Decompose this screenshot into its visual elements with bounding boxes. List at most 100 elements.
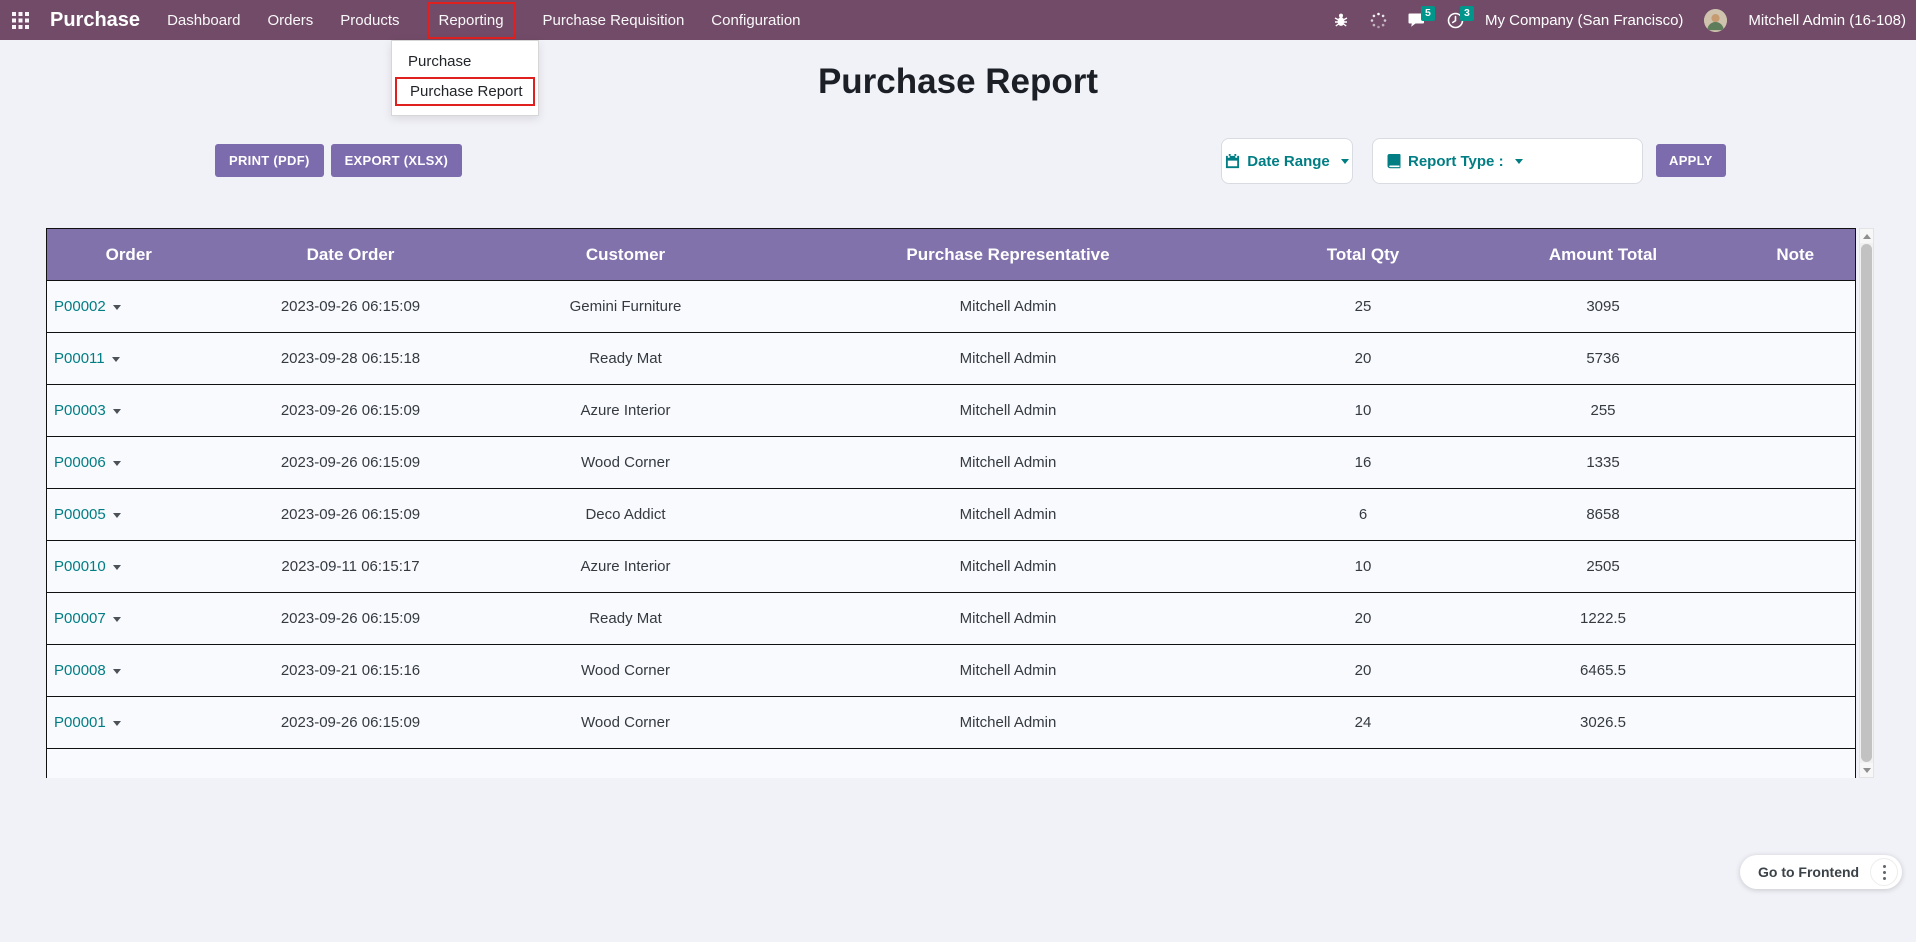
cell-amount-total: 1335: [1471, 437, 1736, 489]
cell-total-qty: 6: [1256, 489, 1471, 541]
cell-amount-total: 5736: [1471, 333, 1736, 385]
nav-item-dashboard[interactable]: Dashboard: [167, 12, 240, 29]
column-header-total-qty: Total Qty: [1256, 229, 1471, 281]
cell-amount-total: 2505: [1471, 541, 1736, 593]
cell-order: P00010: [47, 541, 211, 593]
print-pdf-button[interactable]: PRINT (PDF): [215, 144, 324, 177]
cell-representative: Mitchell Admin: [761, 489, 1256, 541]
app-brand[interactable]: Purchase: [50, 9, 140, 32]
cell-note: [1736, 489, 1856, 541]
order-link[interactable]: P00003: [54, 402, 106, 419]
nav-item-orders[interactable]: Orders: [267, 12, 313, 29]
cell-representative: Mitchell Admin: [761, 697, 1256, 749]
order-link[interactable]: P00007: [54, 610, 106, 627]
apps-grid-icon[interactable]: [12, 12, 29, 29]
cell-note: [1736, 541, 1856, 593]
cell-date-order: 2023-09-21 06:15:16: [211, 645, 491, 697]
menu-item-purchase-report[interactable]: Purchase Report: [395, 77, 535, 106]
chevron-down-icon: [113, 409, 121, 414]
messages-icon[interactable]: 5: [1408, 12, 1426, 28]
export-buttons-group: PRINT (PDF) EXPORT (XLSX): [215, 144, 462, 177]
go-to-frontend-button[interactable]: Go to Frontend: [1758, 864, 1859, 880]
order-link[interactable]: P00005: [54, 506, 106, 523]
cell-representative: Mitchell Admin: [761, 333, 1256, 385]
cell-total-qty: 16: [1256, 437, 1471, 489]
order-link[interactable]: P00011: [54, 350, 105, 367]
cell-representative: Mitchell Admin: [761, 281, 1256, 333]
user-menu[interactable]: Mitchell Admin (16-108): [1748, 12, 1906, 29]
cell-customer: Azure Interior: [491, 541, 761, 593]
company-switcher[interactable]: My Company (San Francisco): [1485, 12, 1683, 29]
table-scrollbar[interactable]: [1859, 228, 1874, 778]
cell-order: P00006: [47, 437, 211, 489]
column-header-date-order: Date Order: [211, 229, 491, 281]
cell-representative: Mitchell Admin: [761, 437, 1256, 489]
order-link[interactable]: P00001: [54, 714, 106, 731]
table-row: P00002 2023-09-26 06:15:09Gemini Furnitur…: [47, 281, 1856, 333]
column-header-order: Order: [47, 229, 211, 281]
top-navbar: Purchase Dashboard Orders Products Reportin…: [0, 0, 1916, 40]
cell-order: P00003: [47, 385, 211, 437]
cell-amount-total: 3026.5: [1471, 697, 1736, 749]
cell-note: [1736, 385, 1856, 437]
cell-order: P00007: [47, 593, 211, 645]
cell-customer: Gemini Furniture: [491, 281, 761, 333]
report-type-label: Report Type :: [1408, 153, 1504, 170]
cell-total-qty: 25: [1256, 281, 1471, 333]
order-link[interactable]: P00008: [54, 662, 106, 679]
chevron-down-icon: [1515, 159, 1523, 164]
spinner-icon[interactable]: [1370, 12, 1387, 29]
cell-total-qty: 20: [1256, 593, 1471, 645]
kebab-menu-icon[interactable]: [1870, 858, 1898, 886]
cell-note: [1736, 593, 1856, 645]
cell-order: P00005: [47, 489, 211, 541]
report-table-container: OrderDate OrderCustomerPurchase Represen…: [46, 228, 1874, 778]
order-link[interactable]: P00002: [54, 298, 106, 315]
date-range-dropdown[interactable]: Date Range: [1221, 138, 1353, 184]
cell-customer: Deco Addict: [491, 489, 761, 541]
scrollbar-thumb[interactable]: [1861, 244, 1872, 762]
debug-bug-icon[interactable]: [1333, 12, 1349, 28]
activities-badge: 3: [1460, 6, 1474, 21]
cell-date-order: 2023-09-26 06:15:09: [211, 281, 491, 333]
nav-item-purchase-requisition[interactable]: Purchase Requisition: [543, 12, 685, 29]
order-link[interactable]: P00010: [54, 558, 106, 575]
nav-item-reporting[interactable]: Reporting: [427, 2, 516, 39]
user-avatar[interactable]: [1704, 9, 1727, 32]
cell-note: [1736, 437, 1856, 489]
cell-total-qty: 10: [1256, 385, 1471, 437]
scroll-down-arrow-icon[interactable]: [1860, 763, 1873, 777]
cell-order: P00002: [47, 281, 211, 333]
cell-customer: Wood Corner: [491, 437, 761, 489]
nav-left: Purchase Dashboard Orders Products Reportin…: [0, 0, 801, 40]
cell-representative: Mitchell Admin: [761, 541, 1256, 593]
nav-menu: Dashboard Orders Products Reporting Purchase…: [167, 0, 800, 40]
cell-customer: Wood Corner: [491, 697, 761, 749]
cell-date-order: 2023-09-26 06:15:09: [211, 437, 491, 489]
table-row: P000012023-09-26 06:15:09Wood CornerMitc…: [47, 697, 1856, 749]
cell-order: P00011: [47, 333, 211, 385]
export-xlsx-button[interactable]: EXPORT (XLSX): [331, 144, 463, 177]
chevron-down-icon: [113, 721, 121, 726]
calendar-icon: [1225, 154, 1240, 169]
cell-date-order: 2023-09-26 06:15:09: [211, 489, 491, 541]
menu-item-purchase[interactable]: Purchase: [392, 48, 538, 75]
cell-amount-total: 255: [1471, 385, 1736, 437]
page-title: Purchase Report: [0, 62, 1916, 102]
apply-button[interactable]: APPLY: [1656, 144, 1726, 177]
scroll-up-arrow-icon[interactable]: [1860, 229, 1873, 243]
cell-date-order: 2023-09-26 06:15:09: [211, 385, 491, 437]
cell-customer: Wood Corner: [491, 645, 761, 697]
cell-amount-total: 1222.5: [1471, 593, 1736, 645]
cell-amount-total: 8658: [1471, 489, 1736, 541]
report-type-dropdown[interactable]: Report Type :: [1372, 138, 1643, 184]
purchase-report-table: OrderDate OrderCustomerPurchase Represen…: [46, 228, 1856, 778]
nav-item-products[interactable]: Products: [340, 12, 399, 29]
order-link[interactable]: P00006: [54, 454, 106, 471]
date-range-label: Date Range: [1247, 153, 1330, 170]
nav-item-configuration[interactable]: Configuration: [711, 12, 800, 29]
table-row: P00006 2023-09-26 06:15:09Wood CornerMitc…: [47, 437, 1856, 489]
activities-clock-icon[interactable]: 3: [1447, 12, 1464, 29]
cell-representative: Mitchell Admin: [761, 385, 1256, 437]
chevron-down-icon: [1341, 159, 1349, 164]
